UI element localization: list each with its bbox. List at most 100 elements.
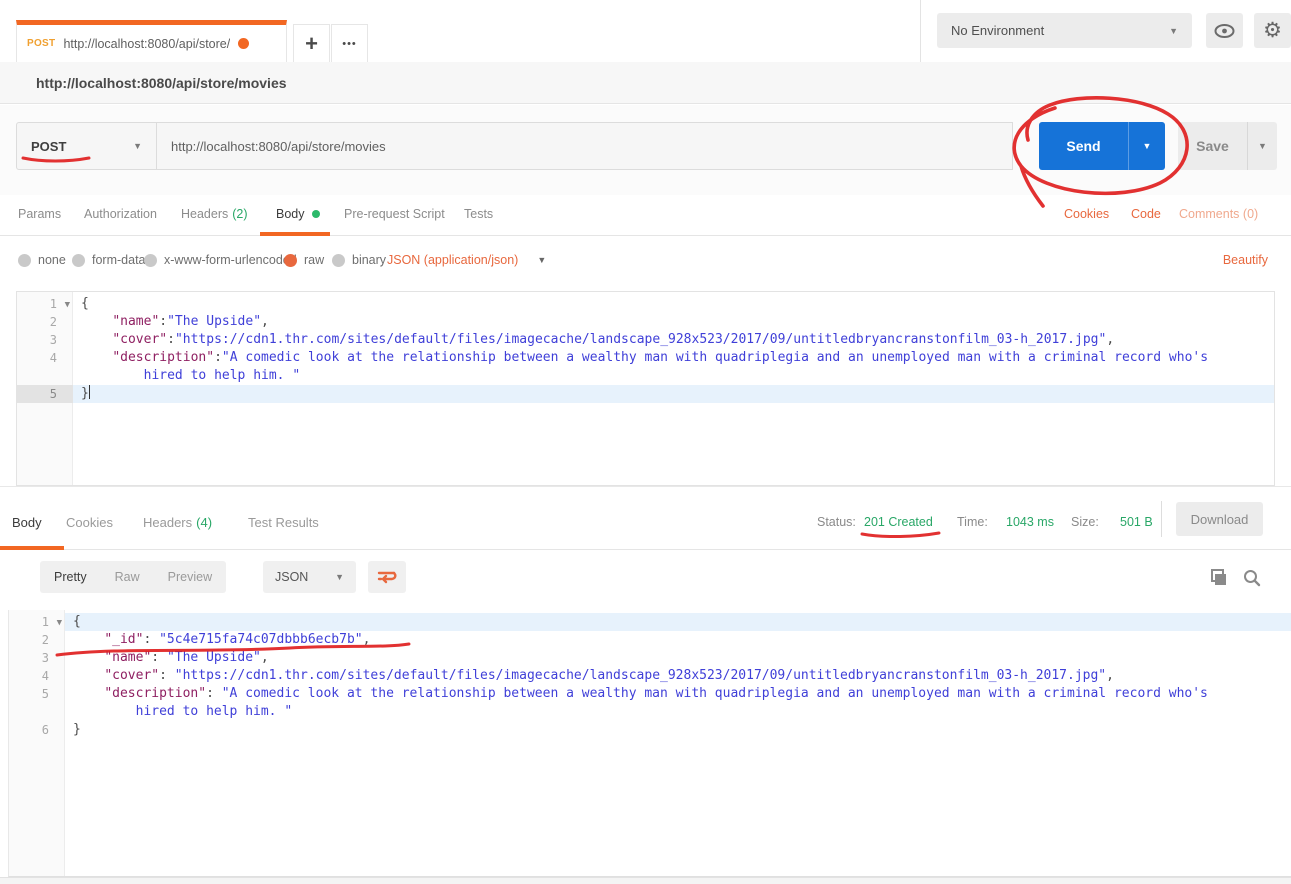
save-options-button[interactable]: ▼ [1247,122,1277,170]
code-text: } [65,721,1291,739]
radio-icon [144,254,157,267]
code-text: "description":"A comedic look at the rel… [73,349,1274,367]
response-format-dropdown[interactable]: JSON ▼ [263,561,356,593]
meta-divider [1161,501,1162,537]
response-headers-count-badge: (4) [196,515,212,530]
copy-response-button[interactable] [1206,566,1230,590]
code-text: "description": "A comedic look at the re… [65,685,1291,703]
request-tab[interactable]: POST http://localhost:8080/api/store/ [16,20,287,62]
tab-body-label: Body [276,207,305,221]
code-line[interactable]: 2 "_id": "5c4e715fa74c07dbbb6ecb7b", [9,631,1291,649]
text-cursor [89,385,90,399]
send-button[interactable]: Send [1039,122,1128,170]
code-line[interactable]: 3 "cover":"https://cdn1.thr.com/sites/de… [17,331,1274,349]
line-number: 4 [9,667,65,685]
response-format-value: JSON [275,570,308,584]
code-text: { [73,295,1274,313]
unsaved-changes-dot-icon [238,38,249,49]
code-text: "cover": "https://cdn1.thr.com/sites/def… [65,667,1291,685]
settings-button[interactable]: ⚙ [1254,13,1291,48]
response-tab-headers[interactable]: Headers(4) [143,515,212,530]
gear-icon: ⚙ [1263,20,1282,41]
view-raw[interactable]: Raw [101,570,154,584]
tab-tests[interactable]: Tests [464,207,493,221]
top-tab-bar: POST http://localhost:8080/api/store/ + … [0,0,1291,62]
chevron-down-icon: ▼ [133,141,142,151]
code-line[interactable]: 4 "cover": "https://cdn1.thr.com/sites/d… [9,667,1291,685]
line-number [17,367,73,385]
code-line[interactable]: hired to help him. " [17,367,1274,385]
time-value: 1043 ms [1006,515,1054,529]
code-text: "name":"The Upside", [73,313,1274,331]
new-tab-button[interactable]: + [293,24,330,62]
code-line[interactable]: 5 "description": "A comedic look at the … [9,685,1291,703]
status-label: Status: [817,515,856,529]
code-text: } [73,385,1274,403]
cookies-link[interactable]: Cookies [1064,207,1109,221]
mode-urlencoded-label: x-www-form-urlencoded [164,253,297,267]
size-value: 501 B [1120,515,1153,529]
mode-none-label: none [38,253,66,267]
tab-body[interactable]: Body [276,207,320,221]
comments-link[interactable]: Comments (0) [1179,207,1258,221]
view-preview[interactable]: Preview [154,570,226,584]
fold-caret-icon[interactable]: ▼ [57,614,62,632]
tab-params[interactable]: Params [18,207,61,221]
search-response-button[interactable] [1240,566,1264,590]
line-number: 6 [9,721,65,739]
response-tab-body[interactable]: Body [12,515,42,530]
radio-icon [72,254,85,267]
body-present-dot-icon [312,210,320,218]
tab-options-button[interactable]: ••• [331,24,368,62]
chevron-down-icon: ▼ [1258,141,1267,151]
code-line[interactable]: 4 "description":"A comedic look at the r… [17,349,1274,367]
tab-authorization[interactable]: Authorization [84,207,157,221]
response-view-switch: Pretty Raw Preview [40,561,226,593]
response-tab-cookies[interactable]: Cookies [66,515,113,530]
code-line[interactable]: 2 "name":"The Upside", [17,313,1274,331]
code-line[interactable]: 6} [9,721,1291,739]
code-text: hired to help him. " [73,367,1274,385]
mode-binary[interactable]: binary [332,253,386,267]
mode-binary-label: binary [352,253,386,267]
mode-urlencoded[interactable]: x-www-form-urlencoded [144,253,297,267]
request-title-strip: http://localhost:8080/api/store/movies [0,62,1291,104]
code-line[interactable]: 1▼{ [9,613,1291,631]
request-title: http://localhost:8080/api/store/movies [36,75,287,91]
environment-quick-look-button[interactable] [1206,13,1243,48]
request-body-editor[interactable]: 1▼{2 "name":"The Upside",3 "cover":"http… [16,291,1275,486]
content-type-dropdown[interactable]: JSON (application/json) ▼ [387,253,546,267]
tab-headers[interactable]: Headers(2) [181,207,248,221]
response-tab-test-results[interactable]: Test Results [248,515,319,530]
line-number: 3 [9,649,65,667]
download-button[interactable]: Download [1176,502,1263,536]
time-label: Time: [957,515,988,529]
mode-form-data[interactable]: form-data [72,253,146,267]
code-line[interactable]: 5} [17,385,1274,403]
code-text: "cover":"https://cdn1.thr.com/sites/defa… [73,331,1274,349]
url-input[interactable] [157,122,1013,170]
response-body-editor[interactable]: 1▼{2 "_id": "5c4e715fa74c07dbbb6ecb7b",3… [8,610,1291,877]
tab-headers-label: Headers [181,207,228,221]
mode-raw[interactable]: raw [284,253,324,267]
line-number: 3 [17,331,73,349]
tab-url-label: http://localhost:8080/api/store/ [63,37,230,51]
wrap-lines-button[interactable] [368,561,406,593]
view-pretty[interactable]: Pretty [40,570,101,584]
beautify-link[interactable]: Beautify [1223,253,1268,267]
code-line[interactable]: 3 "name": "The Upside", [9,649,1291,667]
environment-selector[interactable]: No Environment ▼ [937,13,1192,48]
line-number: 4 [17,349,73,367]
code-line[interactable]: 1▼{ [17,295,1274,313]
send-options-button[interactable]: ▼ [1128,122,1165,170]
mode-none[interactable]: none [18,253,66,267]
request-tabs: Params Authorization Headers(2) Body Pre… [0,195,1291,236]
response-toolbar: Pretty Raw Preview JSON ▼ [0,550,1291,610]
response-meta-row: Body Cookies Headers(4) Test Results Sta… [0,486,1291,550]
tab-pre-request-script[interactable]: Pre-request Script [344,207,445,221]
code-line[interactable]: hired to help him. " [9,703,1291,721]
save-button[interactable]: Save [1178,122,1247,170]
code-link[interactable]: Code [1131,207,1161,221]
fold-caret-icon[interactable]: ▼ [65,296,70,314]
method-dropdown[interactable]: POST ▼ [16,122,157,170]
